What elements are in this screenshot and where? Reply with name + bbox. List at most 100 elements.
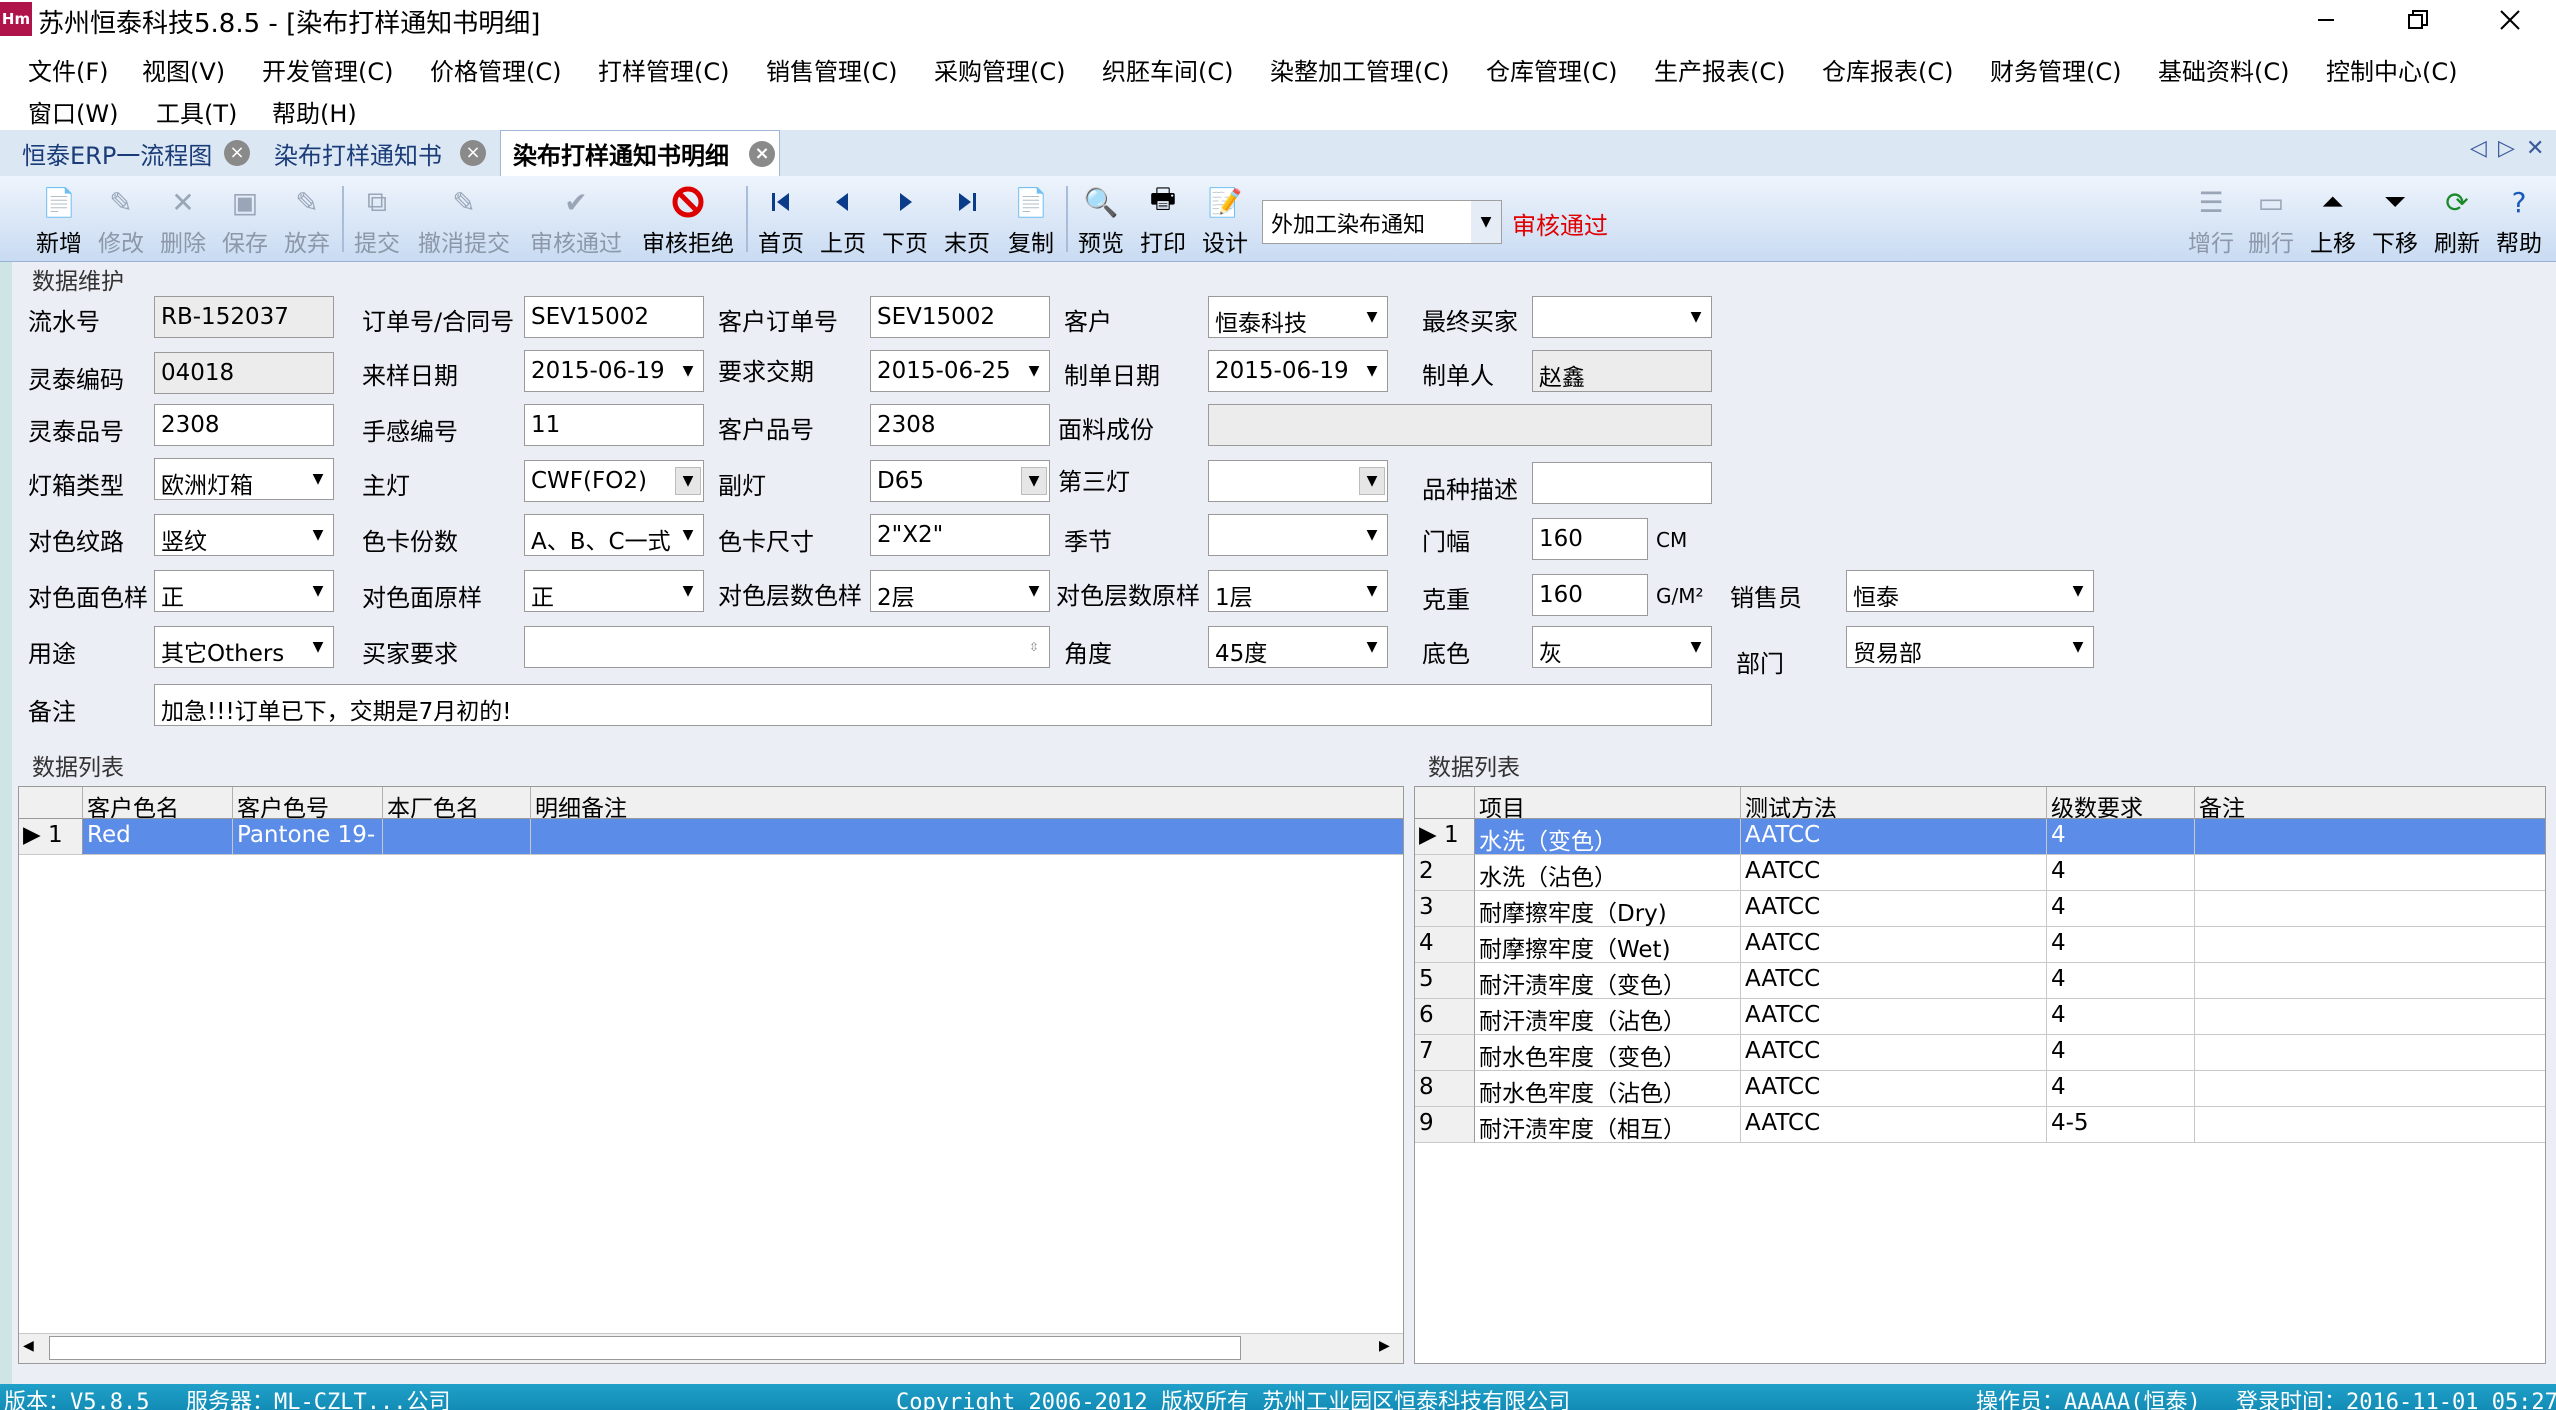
table-cell[interactable]: AATCC (1741, 999, 2047, 1035)
texture-select[interactable]: 竖纹 ▼ (154, 514, 334, 556)
scroll-thumb[interactable] (49, 1336, 1241, 1360)
table-cell[interactable]: AATCC (1741, 855, 2047, 891)
menu-file[interactable]: 文件(F) (28, 52, 109, 87)
close-icon[interactable]: × (224, 140, 250, 166)
table-cell[interactable]: 4-5 (2047, 1107, 2195, 1143)
usage-select[interactable]: 其它Others ▼ (154, 626, 334, 668)
table-cell[interactable]: 4 (2047, 891, 2195, 927)
refresh-button[interactable]: ⟳ 刷新 (2428, 180, 2486, 258)
table-cell[interactable]: AATCC (1741, 927, 2047, 963)
order-field[interactable]: SEV15002 (524, 296, 704, 338)
menu-finance[interactable]: 财务管理(C) (1990, 52, 2121, 87)
close-icon[interactable]: × (749, 141, 775, 167)
scroll-left-icon[interactable]: ◀ (23, 1338, 34, 1354)
delete-row-button[interactable]: ▭ 删行 (2242, 180, 2300, 258)
remark-field[interactable]: 加急!!!订单已下，交期是7月初的! (154, 684, 1712, 726)
table-cell[interactable]: 耐汗渍牢度（相互） (1475, 1107, 1741, 1143)
menu-dev[interactable]: 开发管理(C) (262, 52, 393, 87)
tab-flowchart[interactable]: 恒泰ERP一流程图 × (10, 130, 260, 176)
table-cell[interactable] (2195, 891, 2545, 927)
maker-field[interactable]: 赵鑫 (1532, 350, 1712, 392)
sample-date-picker[interactable]: 2015-06-19 ▼ (524, 350, 704, 392)
tab-close-all-icon[interactable]: ✕ (2526, 136, 2544, 161)
doc-type-select[interactable]: 外加工染布通知 ▼ (1262, 200, 1502, 244)
table-row[interactable]: 5 耐汗渍牢度（变色） AATCC 4 (1415, 963, 2545, 999)
column-header[interactable]: 明细备注 (531, 787, 1403, 819)
column-header[interactable]: 级数要求 (2047, 787, 2195, 819)
submit-button[interactable]: ⧉ 提交 (348, 180, 406, 258)
table-cell[interactable]: 耐汗渍牢度（沾色） (1475, 999, 1741, 1035)
close-window-button[interactable] (2480, 0, 2540, 40)
tab-notice-detail[interactable]: 染布打样通知书明细 × (500, 130, 780, 176)
card-size-field[interactable]: 2"X2" (870, 514, 1050, 556)
table-cell[interactable] (2195, 1035, 2545, 1071)
table-cell[interactable]: AATCC (1741, 891, 2047, 927)
table-cell[interactable]: AATCC (1741, 1071, 2047, 1107)
desc-field[interactable] (1532, 462, 1712, 504)
copy-button[interactable]: 📄 复制 (1002, 180, 1060, 258)
first-page-button[interactable]: 首页 (752, 180, 810, 258)
face-orig-select[interactable]: 正 ▼ (524, 570, 704, 612)
table-cell[interactable]: 4 (2047, 819, 2195, 855)
menu-prod-report[interactable]: 生产报表(C) (1654, 52, 1785, 87)
table-cell[interactable]: 耐汗渍牢度（变色） (1475, 963, 1741, 999)
table-cell[interactable]: 水洗（变色） (1475, 819, 1741, 855)
table-cell[interactable] (2195, 855, 2545, 891)
menu-price[interactable]: 价格管理(C) (430, 52, 561, 87)
table-cell[interactable]: 4 (2047, 927, 2195, 963)
table-row[interactable]: 4 耐摩擦牢度（Wet) AATCC 4 (1415, 927, 2545, 963)
width-field[interactable]: 160 (1532, 518, 1648, 560)
menu-dyeing[interactable]: 染整加工管理(C) (1270, 52, 1449, 87)
table-cell[interactable] (2195, 963, 2545, 999)
table-cell[interactable]: AATCC (1741, 1107, 2047, 1143)
menu-warehouse[interactable]: 仓库管理(C) (1486, 52, 1617, 87)
table-cell[interactable] (2195, 927, 2545, 963)
column-header[interactable]: 测试方法 (1741, 787, 2047, 819)
close-icon[interactable]: × (460, 140, 486, 166)
table-cell[interactable]: Pantone 19- (233, 819, 383, 855)
tab-next-icon[interactable]: ▷ (2498, 136, 2515, 161)
face-sample-select[interactable]: 正 ▼ (154, 570, 334, 612)
horizontal-scrollbar[interactable]: ◀ ▶ (19, 1333, 1403, 1363)
table-cell[interactable]: 4 (2047, 963, 2195, 999)
menu-window[interactable]: 窗口(W) (28, 94, 118, 129)
sales-select[interactable]: 恒泰 ▼ (1846, 570, 2094, 612)
menu-help[interactable]: 帮助(H) (272, 94, 357, 129)
column-header[interactable]: 客户色号 (233, 787, 383, 819)
make-date-picker[interactable]: 2015-06-19 ▼ (1208, 350, 1388, 392)
customer-select[interactable]: 恒泰科技 ▼ (1208, 296, 1388, 338)
approve-button[interactable]: ✔ 审核通过 (524, 180, 628, 258)
menu-basic[interactable]: 基础资料(C) (2158, 52, 2289, 87)
layer-orig-select[interactable]: 1层 ▼ (1208, 570, 1388, 612)
table-cell[interactable]: 4 (2047, 1071, 2195, 1107)
tab-notice[interactable]: 染布打样通知书 × (262, 130, 496, 176)
card-copies-select[interactable]: A、B、C一式 ▼ (524, 514, 704, 556)
discard-button[interactable]: ✎ 放弃 (278, 180, 336, 258)
table-row[interactable]: 2 水洗（沾色） AATCC 4 (1415, 855, 2545, 891)
tab-prev-icon[interactable]: ◁ (2470, 136, 2487, 161)
table-cell[interactable]: 水洗（沾色） (1475, 855, 1741, 891)
column-header[interactable]: 本厂色名 (383, 787, 531, 819)
composition-field[interactable] (1208, 404, 1712, 446)
menu-purchase[interactable]: 采购管理(C) (934, 52, 1065, 87)
menu-control[interactable]: 控制中心(C) (2326, 52, 2457, 87)
scroll-right-icon[interactable]: ▶ (1379, 1338, 1390, 1354)
third-light-select[interactable]: ▼ (1208, 460, 1388, 502)
minimize-button[interactable] (2296, 0, 2356, 40)
save-button[interactable]: ▣ 保存 (216, 180, 274, 258)
weight-field[interactable]: 160 (1532, 574, 1648, 616)
next-page-button[interactable]: 下页 (876, 180, 934, 258)
help-button[interactable]: ? 帮助 (2490, 180, 2548, 258)
table-cell[interactable] (2195, 819, 2545, 855)
move-up-button[interactable]: ⏶ 上移 (2304, 180, 2362, 258)
table-cell[interactable]: 耐摩擦牢度（Dry) (1475, 891, 1741, 927)
menu-weaving[interactable]: 织胚车间(C) (1102, 52, 1233, 87)
cust-order-field[interactable]: SEV15002 (870, 296, 1050, 338)
menu-sample[interactable]: 打样管理(C) (598, 52, 729, 87)
table-cell[interactable]: 耐摩擦牢度（Wet) (1475, 927, 1741, 963)
prev-page-button[interactable]: 上页 (814, 180, 872, 258)
menu-wh-report[interactable]: 仓库报表(C) (1822, 52, 1953, 87)
print-button[interactable]: 🖶 打印 (1134, 180, 1192, 258)
table-row[interactable]: ▶ 1 水洗（变色） AATCC 4 (1415, 819, 2545, 855)
column-header[interactable]: 项目 (1475, 787, 1741, 819)
